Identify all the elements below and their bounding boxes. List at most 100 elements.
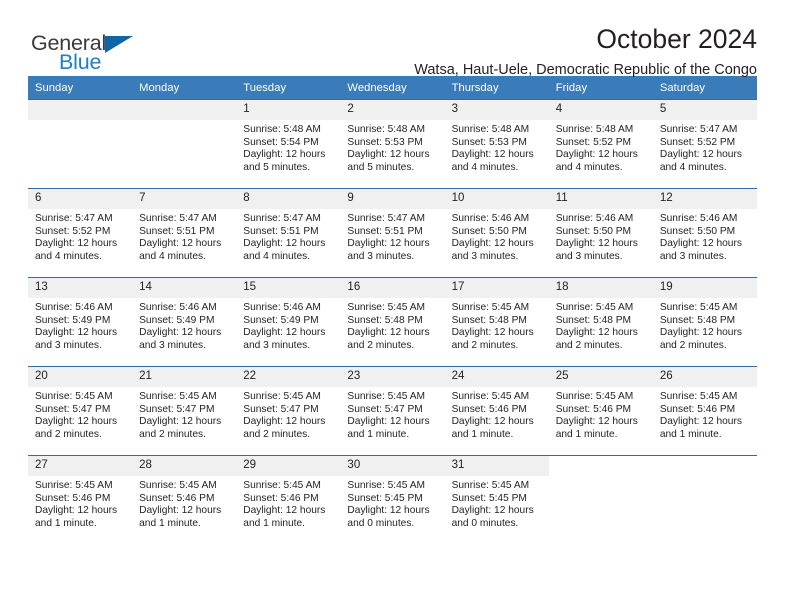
sunset-text: Sunset: 5:47 PM (35, 403, 111, 415)
daylight-text-line2: and 2 minutes. (35, 428, 102, 440)
daylight-text-line1: Daylight: 12 hours (451, 416, 534, 428)
weekday-header-friday: Friday (548, 76, 653, 100)
triangle-icon (105, 36, 133, 53)
day-number: 22 (236, 367, 341, 387)
calendar-day-cell[interactable]: 30 Sunrise: 5:45 AM Sunset: 5:45 PM Dayligh… (340, 455, 445, 544)
calendar-day-cell[interactable]: 22 Sunrise: 5:45 AM Sunset: 5:47 PM Dayligh… (236, 366, 341, 456)
sunset-text: Sunset: 5:46 PM (243, 492, 319, 504)
sunrise-text: Sunrise: 5:46 AM (139, 302, 217, 313)
calendar-day-cell[interactable]: 27 Sunrise: 5:45 AM Sunset: 5:46 PM Dayligh… (28, 455, 133, 544)
day-details: Sunrise: 5:47 AM Sunset: 5:52 PM Daylight:… (28, 209, 132, 263)
day-number: 11 (548, 189, 653, 209)
daylight-text-line2: and 5 minutes. (243, 161, 311, 173)
sunset-text: Sunset: 5:47 PM (347, 403, 423, 415)
calendar-day-cell[interactable]: 10 Sunrise: 5:46 AM Sunset: 5:50 PM Dayligh… (444, 188, 549, 278)
sunrise-text: Sunrise: 5:46 AM (451, 213, 530, 224)
calendar-day-cell[interactable]: 26 Sunrise: 5:45 AM Sunset: 5:46 PM Dayligh… (652, 366, 757, 456)
calendar-day-cell[interactable]: 16 Sunrise: 5:45 AM Sunset: 5:48 PM Dayligh… (340, 277, 445, 367)
day-details: Sunrise: 5:45 AM Sunset: 5:46 PM Daylight:… (28, 476, 132, 530)
sunrise-text: Sunrise: 5:48 AM (347, 124, 426, 135)
daylight-text-line1: Daylight: 12 hours (347, 416, 430, 428)
sunset-text: Sunset: 5:45 PM (451, 492, 527, 504)
calendar-day-cell[interactable]: 11 Sunrise: 5:46 AM Sunset: 5:50 PM Dayligh… (548, 188, 653, 278)
logo-general-blue[interactable]: General Blue (31, 32, 151, 79)
day-details: Sunrise: 5:48 AM Sunset: 5:54 PM Daylight:… (236, 120, 340, 174)
calendar-cell-empty (28, 99, 133, 189)
day-details: Sunrise: 5:46 AM Sunset: 5:49 PM Daylight:… (132, 298, 236, 352)
sunset-text: Sunset: 5:51 PM (139, 225, 215, 237)
calendar-day-cell[interactable]: 18 Sunrise: 5:45 AM Sunset: 5:48 PM Dayligh… (548, 277, 653, 367)
calendar-day-cell[interactable]: 5 Sunrise: 5:47 AM Sunset: 5:52 PM Daylight… (652, 99, 757, 189)
daylight-text-line2: and 1 minute. (347, 428, 410, 440)
day-number: 16 (340, 278, 445, 298)
day-details: Sunrise: 5:45 AM Sunset: 5:47 PM Daylight:… (132, 387, 236, 441)
calendar-day-cell[interactable]: 25 Sunrise: 5:45 AM Sunset: 5:46 PM Dayligh… (548, 366, 653, 456)
calendar-day-cell[interactable]: 17 Sunrise: 5:45 AM Sunset: 5:48 PM Dayligh… (444, 277, 549, 367)
calendar-day-cell[interactable]: 20 Sunrise: 5:45 AM Sunset: 5:47 PM Dayligh… (28, 366, 133, 456)
calendar-day-cell[interactable]: 6 Sunrise: 5:47 AM Sunset: 5:52 PM Daylight… (28, 188, 133, 278)
calendar-day-cell[interactable]: 29 Sunrise: 5:45 AM Sunset: 5:46 PM Dayligh… (236, 455, 341, 544)
calendar-day-cell[interactable]: 3 Sunrise: 5:48 AM Sunset: 5:53 PM Daylight… (444, 99, 549, 189)
day-details: Sunrise: 5:45 AM Sunset: 5:45 PM Daylight:… (445, 476, 549, 530)
calendar-day-cell[interactable]: 31 Sunrise: 5:45 AM Sunset: 5:45 PM Dayligh… (444, 455, 549, 544)
calendar-day-cell[interactable]: 14 Sunrise: 5:46 AM Sunset: 5:49 PM Dayligh… (132, 277, 237, 367)
weekday-header-sunday: Sunday (28, 76, 133, 100)
calendar-cell-empty (652, 455, 757, 544)
day-number: 30 (340, 456, 445, 476)
daylight-text-line2: and 3 minutes. (35, 339, 102, 351)
calendar-day-cell[interactable]: 24 Sunrise: 5:45 AM Sunset: 5:46 PM Dayligh… (444, 366, 549, 456)
day-details: Sunrise: 5:45 AM Sunset: 5:47 PM Daylight:… (236, 387, 340, 441)
daylight-text-line2: and 1 minute. (555, 428, 618, 440)
day-details: Sunrise: 5:45 AM Sunset: 5:47 PM Daylight:… (340, 387, 444, 441)
sunrise-text: Sunrise: 5:45 AM (347, 391, 426, 402)
calendar-day-cell[interactable]: 8 Sunrise: 5:47 AM Sunset: 5:51 PM Daylight… (236, 188, 341, 278)
sunrise-text: Sunrise: 5:45 AM (347, 302, 426, 313)
calendar-day-cell[interactable]: 7 Sunrise: 5:47 AM Sunset: 5:51 PM Daylight… (132, 188, 237, 278)
day-details: Sunrise: 5:46 AM Sunset: 5:50 PM Daylight:… (549, 209, 653, 263)
calendar-day-cell[interactable]: 21 Sunrise: 5:45 AM Sunset: 5:47 PM Dayligh… (132, 366, 237, 456)
day-details: Sunrise: 5:47 AM Sunset: 5:51 PM Daylight:… (340, 209, 444, 263)
day-details: Sunrise: 5:45 AM Sunset: 5:46 PM Daylight:… (445, 387, 549, 441)
calendar-day-cell[interactable]: 19 Sunrise: 5:45 AM Sunset: 5:48 PM Dayligh… (652, 277, 757, 367)
sunrise-text: Sunrise: 5:48 AM (555, 124, 634, 135)
sunset-text: Sunset: 5:49 PM (35, 314, 111, 326)
calendar-day-cell[interactable]: 12 Sunrise: 5:46 AM Sunset: 5:50 PM Dayligh… (652, 188, 757, 278)
daylight-text-line1: Daylight: 12 hours (347, 149, 430, 161)
sunrise-text: Sunrise: 5:45 AM (451, 480, 530, 491)
daylight-text-line2: and 2 minutes. (659, 339, 727, 351)
day-details: Sunrise: 5:45 AM Sunset: 5:46 PM Daylight:… (236, 476, 340, 530)
weekday-header-tuesday: Tuesday (236, 76, 341, 100)
calendar-day-cell[interactable]: 13 Sunrise: 5:46 AM Sunset: 5:49 PM Dayligh… (28, 277, 133, 367)
sunrise-text: Sunrise: 5:45 AM (659, 391, 738, 402)
calendar-day-cell[interactable]: 28 Sunrise: 5:45 AM Sunset: 5:46 PM Dayligh… (132, 455, 237, 544)
day-number: 18 (548, 278, 653, 298)
calendar-week-row: 20 Sunrise: 5:45 AM Sunset: 5:47 PM Dayligh… (28, 366, 757, 456)
calendar-day-cell[interactable]: 15 Sunrise: 5:46 AM Sunset: 5:49 PM Dayligh… (236, 277, 341, 367)
calendar-day-cell[interactable]: 2 Sunrise: 5:48 AM Sunset: 5:53 PM Daylight… (340, 99, 445, 189)
day-number: 3 (444, 100, 549, 120)
calendar-day-cell[interactable]: 23 Sunrise: 5:45 AM Sunset: 5:47 PM Dayligh… (340, 366, 445, 456)
daylight-text-line1: Daylight: 12 hours (139, 505, 222, 517)
sunset-text: Sunset: 5:53 PM (347, 136, 423, 148)
calendar-day-cell[interactable]: 1 Sunrise: 5:48 AM Sunset: 5:54 PM Daylight… (236, 99, 341, 189)
calendar-day-cell[interactable]: 9 Sunrise: 5:47 AM Sunset: 5:51 PM Daylight… (340, 188, 445, 278)
sunrise-text: Sunrise: 5:45 AM (139, 391, 217, 402)
calendar-day-cell[interactable]: 4 Sunrise: 5:48 AM Sunset: 5:52 PM Daylight… (548, 99, 653, 189)
daylight-text-line1: Daylight: 12 hours (35, 505, 118, 517)
sunset-text: Sunset: 5:46 PM (139, 492, 215, 504)
day-number: 31 (444, 456, 549, 476)
calendar-week-row: 27 Sunrise: 5:45 AM Sunset: 5:46 PM Dayligh… (28, 455, 757, 544)
sunset-text: Sunset: 5:46 PM (555, 403, 632, 415)
daylight-text-line1: Daylight: 12 hours (139, 416, 222, 428)
sunset-text: Sunset: 5:46 PM (451, 403, 527, 415)
day-number: 12 (652, 189, 757, 209)
sunrise-text: Sunrise: 5:45 AM (451, 391, 530, 402)
day-number: 28 (132, 456, 237, 476)
sunrise-text: Sunrise: 5:48 AM (243, 124, 321, 135)
calendar-week-row: 6 Sunrise: 5:47 AM Sunset: 5:52 PM Daylight… (28, 188, 757, 278)
daylight-text-line1: Daylight: 12 hours (451, 505, 534, 517)
daylight-text-line1: Daylight: 12 hours (139, 238, 222, 250)
calendar-header-row: Sunday Monday Tuesday Wednesday Thursday… (28, 76, 757, 100)
daylight-text-line2: and 2 minutes. (347, 339, 415, 351)
sunset-text: Sunset: 5:50 PM (659, 225, 736, 237)
